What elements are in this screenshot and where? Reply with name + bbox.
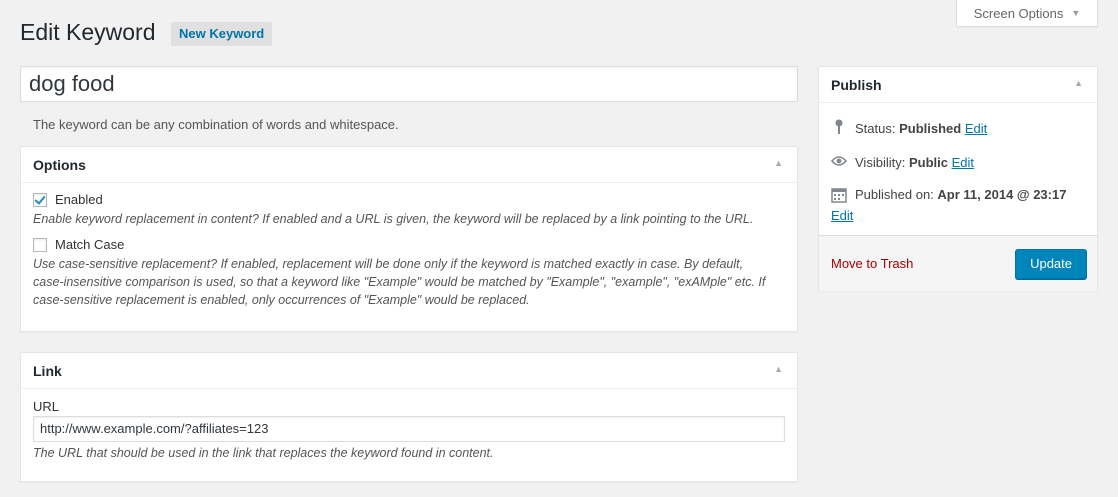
publish-box-title: Publish (831, 76, 882, 93)
visibility-edit-link[interactable]: Edit (952, 155, 974, 170)
calendar-icon (831, 187, 847, 206)
match-case-hint-line: case-sensitive replacement is enabled, o… (33, 293, 530, 307)
publish-box: Publish ▲ Status: Published Edit Visibil… (818, 66, 1098, 291)
caret-up-icon[interactable]: ▲ (774, 364, 783, 374)
pin-icon (831, 119, 847, 138)
enabled-checkbox[interactable] (33, 192, 47, 207)
match-case-option: Match Case (33, 237, 785, 252)
status-label: Status: (855, 121, 896, 136)
options-box-header[interactable]: Options ▲ (21, 147, 797, 183)
status-value: Published (899, 121, 962, 136)
enabled-label: Enabled (55, 192, 103, 207)
url-input[interactable]: http://www.example.com/?affiliates=123 (33, 416, 785, 442)
options-box-title: Options (33, 156, 86, 173)
url-label: URL (33, 399, 60, 414)
caret-up-icon[interactable]: ▲ (774, 158, 783, 168)
status-row: Status: Published Edit (831, 119, 1085, 138)
visibility-row: Visibility: Public Edit (830, 155, 1085, 170)
link-box-title: Link (33, 362, 62, 379)
keyword-input[interactable]: dog food (20, 66, 798, 102)
status-edit-link[interactable]: Edit (965, 121, 987, 136)
match-case-checkbox[interactable] (33, 237, 47, 252)
caret-up-icon[interactable]: ▲ (1074, 78, 1083, 88)
update-button[interactable]: Update (1015, 248, 1087, 279)
visibility-label: Visibility: (855, 155, 906, 170)
link-box: Link ▲ URL http://www.example.com/?affil… (20, 352, 798, 482)
screen-options-label: Screen Options (973, 5, 1064, 21)
match-case-label: Match Case (55, 237, 125, 252)
link-box-header[interactable]: Link ▲ (21, 353, 797, 389)
match-case-hint-line: Use case-sensitive replacement? If enabl… (33, 257, 744, 271)
publish-box-header[interactable]: Publish ▲ (819, 67, 1097, 103)
enabled-hint: Enable keyword replacement in content? I… (33, 212, 754, 226)
enabled-option: Enabled (33, 192, 785, 207)
published-row: Published on: Apr 11, 2014 @ 23:17 (831, 187, 1085, 206)
publish-actions: Move to Trash Update (819, 235, 1097, 291)
move-to-trash-link[interactable]: Move to Trash (831, 256, 913, 271)
options-box: Options ▲ Enabled Enable keyword replace… (20, 146, 798, 332)
keyword-description: The keyword can be any combination of wo… (33, 117, 399, 132)
match-case-hint: Use case-sensitive replacement? If enabl… (33, 255, 785, 309)
new-keyword-button[interactable]: New Keyword (171, 22, 273, 46)
published-value: Apr 11, 2014 @ 23:17 (937, 187, 1067, 202)
url-hint: The URL that should be used in the link … (33, 446, 494, 460)
published-text: Published on: Apr 11, 2014 @ 23:17 (855, 187, 1066, 202)
eye-icon (830, 155, 848, 170)
match-case-hint-line: case-insensitive comparison is used, so … (33, 275, 766, 289)
screen-options-button[interactable]: Screen Options ▼ (956, 0, 1098, 27)
published-edit-link[interactable]: Edit (831, 208, 853, 223)
visibility-value: Public (908, 155, 948, 170)
published-label: Published on: (855, 187, 934, 202)
chevron-down-icon: ▼ (1071, 8, 1081, 18)
page-title: Edit Keyword (20, 19, 156, 45)
